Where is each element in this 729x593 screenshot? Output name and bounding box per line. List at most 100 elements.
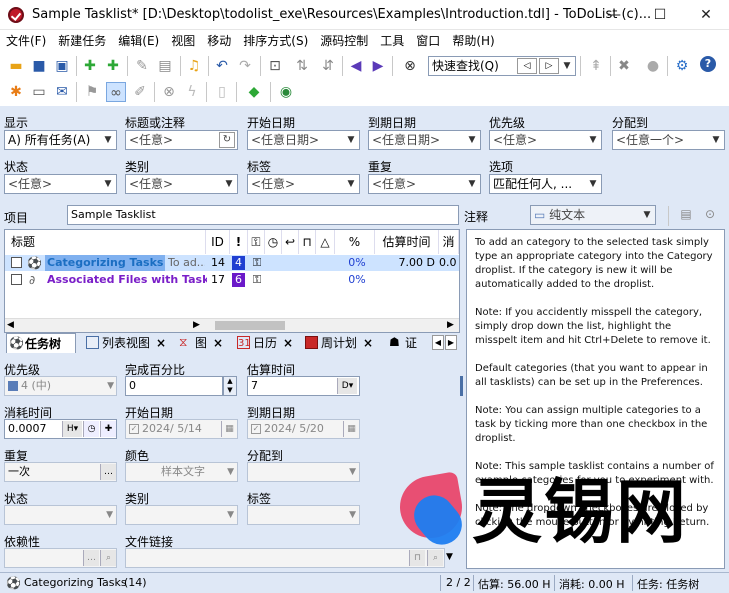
collapse-icon[interactable]: ⇵ (318, 56, 338, 76)
chevron-down-icon[interactable]: ▼ (561, 57, 573, 75)
move-up-icon[interactable]: ⇞ (586, 56, 606, 76)
filter-start-select[interactable]: <任意日期> ▼ (247, 130, 360, 150)
estimate-unit-select[interactable]: D▾ (337, 378, 357, 394)
brush-icon[interactable]: ✐ (130, 82, 150, 102)
scroll-thumb[interactable] (215, 321, 285, 330)
percent-spinner-icon[interactable]: ▲ ▼ (223, 376, 237, 396)
settings-gear-icon[interactable]: ⚙ (672, 56, 692, 76)
refresh-icon[interactable]: ↻ (219, 132, 235, 148)
filter-category-select[interactable]: <任意> ▼ (125, 174, 238, 194)
flag-icon[interactable]: ⚑ (82, 82, 102, 102)
add-task-icon[interactable]: ✚ (80, 56, 100, 76)
project-name-input[interactable]: Sample Tasklist (67, 205, 459, 225)
attr-spent-input[interactable]: 0.0007 H▾ ◷ ✚ (4, 419, 117, 439)
comments-toolbar-icon[interactable]: ▤ (678, 207, 694, 223)
column-header-percent[interactable]: % (335, 230, 375, 254)
attr-status-select[interactable]: ▼ (4, 505, 117, 525)
print-icon[interactable]: ▭ (29, 82, 49, 102)
email-icon[interactable]: ✉ (52, 82, 72, 102)
scroll-right-icon[interactable]: ▶ (193, 320, 200, 330)
filter-priority-select[interactable]: <任意> ▼ (489, 130, 602, 150)
cancel-circle-icon[interactable]: ⊗ (159, 82, 179, 102)
lock-icon[interactable]: ● (643, 56, 663, 76)
link-icon[interactable]: ∞ (106, 82, 126, 102)
delete-icon[interactable]: ✖ (614, 56, 634, 76)
next-arrow-icon[interactable]: ▶ (368, 56, 388, 76)
scroll-right-icon[interactable]: ▶ (447, 320, 454, 330)
add-time-icon[interactable]: ✚ (100, 421, 116, 437)
timer-clock-icon[interactable]: ◷ (83, 421, 99, 437)
comments-icon[interactable]: ▤ (155, 56, 175, 76)
column-header-spent[interactable]: 消 (439, 230, 459, 254)
menu-window[interactable]: 窗口 (410, 30, 446, 52)
add-subtask-icon[interactable]: ✚ (103, 56, 123, 76)
globe-icon[interactable]: ◉ (276, 82, 296, 102)
attr-priority-select[interactable]: 4 (中) ▼ (4, 376, 117, 396)
menu-help[interactable]: 帮助(H) (446, 30, 500, 52)
find-prev-icon[interactable]: ◁ (517, 58, 537, 74)
column-header-file[interactable]: ⊓ (299, 230, 316, 254)
tab-task-tree[interactable]: ⚽ 任务树 (6, 333, 76, 353)
maximize-button[interactable]: ☐ (637, 0, 683, 30)
due-date-checkbox[interactable]: ✓ (251, 424, 261, 434)
comments-play-icon[interactable]: ⊙ (702, 207, 718, 223)
close-button[interactable]: ✕ (683, 0, 729, 30)
filter-options-select[interactable]: 匹配任何人, ... ▼ (489, 174, 602, 194)
open-folder-icon[interactable]: ▬ (6, 56, 26, 76)
spent-unit-select[interactable]: H▾ (62, 421, 82, 437)
filter-show-select[interactable]: A) 所有任务(A) ▼ (4, 130, 117, 150)
filter-title-input[interactable]: <任意> ↻ (125, 130, 238, 150)
menu-new-task[interactable]: 新建任务 (52, 30, 112, 52)
previous-arrow-icon[interactable]: ◀ (346, 56, 366, 76)
lightning-icon[interactable]: ϟ (182, 82, 202, 102)
ellipsis-icon[interactable]: … (83, 550, 99, 566)
new-star-icon[interactable]: ✱ (6, 82, 26, 102)
reminder-bell-icon[interactable]: ♫ (184, 56, 204, 76)
tab-scroll-left-icon[interactable]: ◀ (432, 335, 444, 350)
attr-recur-input[interactable]: 一次 … (4, 462, 117, 482)
table-row[interactable]: ⚽ Categorizing Tasks To ad... 14 4 ⚿ 0% … (5, 255, 459, 271)
column-header-title[interactable]: 标题 (5, 230, 206, 254)
splitter-handle[interactable] (460, 376, 463, 396)
task-title[interactable]: Associated Files with Tasks (47, 272, 207, 288)
help-icon[interactable]: ? (700, 56, 716, 72)
tab-chart[interactable]: ⧖ 图 × (177, 333, 233, 353)
search-icon[interactable]: ⌕ (100, 550, 116, 566)
attr-tags-select[interactable]: ▼ (247, 505, 360, 525)
tab-calendar[interactable]: 31 日历 × (235, 333, 303, 353)
maximize-view-icon[interactable]: ⊡ (265, 56, 285, 76)
menu-move[interactable]: 移动 (201, 30, 237, 52)
save-icon[interactable]: ■ (29, 56, 49, 76)
tab-scroll-right-icon[interactable]: ▶ (445, 335, 457, 350)
task-checkbox[interactable] (11, 274, 22, 285)
filter-status-select[interactable]: <任意> ▼ (4, 174, 117, 194)
column-header-time[interactable]: ◷ (265, 230, 282, 254)
horizontal-scrollbar[interactable]: ◀ ▶ ▶ (5, 318, 459, 332)
start-date-checkbox[interactable]: ✓ (129, 424, 139, 434)
page-icon[interactable]: ▯ (212, 82, 232, 102)
attr-start-date[interactable]: ✓ 2024/ 5/14 ▦ (125, 419, 238, 439)
calendar-dropdown-icon[interactable]: ▦ (343, 421, 359, 437)
undo-icon[interactable]: ↶ (212, 56, 232, 76)
find-binoculars-icon[interactable]: ⊗ (400, 56, 420, 76)
attr-percent-input[interactable]: 0 (125, 376, 223, 396)
menu-edit[interactable]: 编辑(E) (112, 30, 165, 52)
task-title[interactable]: Categorizing Tasks (45, 255, 165, 271)
scroll-left-icon[interactable]: ◀ (7, 320, 14, 330)
quick-find-input[interactable]: 快速查找(Q) ◁ ▷ ▼ (428, 56, 576, 76)
comments-format-select[interactable]: ▭ 纯文本 ▼ (530, 205, 656, 225)
column-header-priority[interactable]: ! (230, 230, 248, 254)
table-row[interactable]: ∂ Associated Files with Tasks 17 6 ⚿ 0% (5, 272, 459, 288)
filter-tags-select[interactable]: <任意> ▼ (247, 174, 360, 194)
filter-due-select[interactable]: <任意日期> ▼ (368, 130, 481, 150)
attr-depends-input[interactable]: … ⌕ (4, 548, 117, 568)
find-next-icon[interactable]: ▷ (539, 58, 559, 74)
close-icon[interactable]: × (213, 336, 223, 350)
attr-color-select[interactable]: 样本文字 ▼ (125, 462, 238, 482)
column-header-estimate[interactable]: 估算时间 (375, 230, 439, 254)
attr-due-date[interactable]: ✓ 2024/ 5/20 ▦ (247, 419, 360, 439)
menu-sort[interactable]: 排序方式(S) (237, 30, 314, 52)
tab-week-planner[interactable]: 周计划 × (303, 333, 383, 353)
attr-estimate-input[interactable]: 7 D▾ (247, 376, 360, 396)
filter-assigned-select[interactable]: <任意一个> ▼ (612, 130, 725, 150)
